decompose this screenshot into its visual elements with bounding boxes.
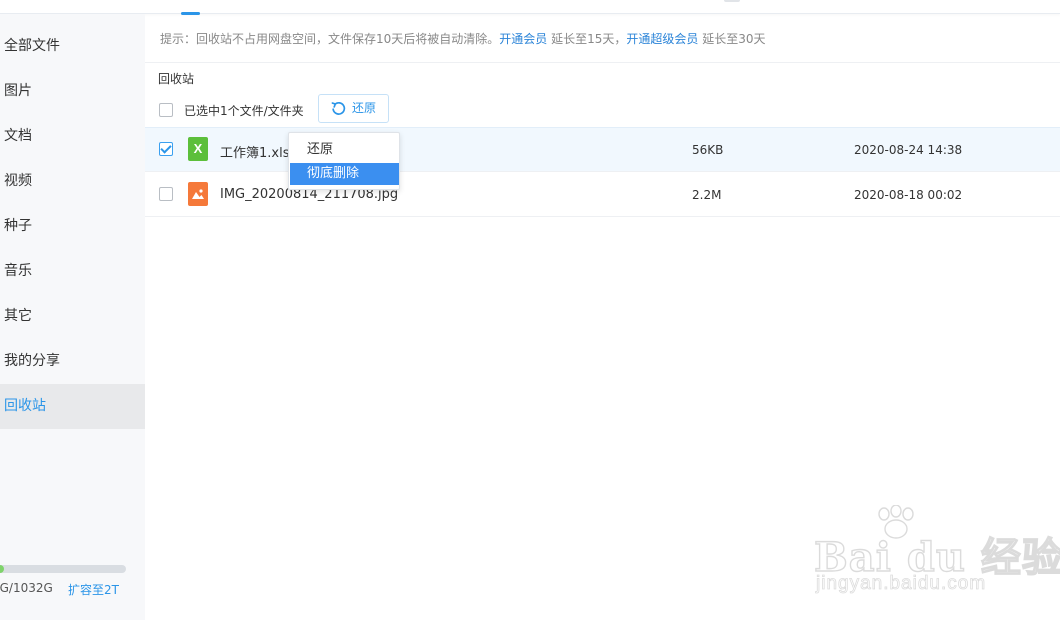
sidebar-item-all-files[interactable]: 全部文件 bbox=[0, 24, 145, 69]
watermark-url: jingyan.baidu.com bbox=[816, 573, 987, 595]
active-tab-indicator bbox=[181, 12, 200, 15]
open-super-membership-link[interactable]: 开通超级会员 bbox=[626, 32, 698, 46]
avatar-edge bbox=[724, 0, 740, 2]
restore-icon bbox=[331, 101, 346, 115]
storage-quota-fill bbox=[0, 565, 4, 573]
sidebar-item-my-shares[interactable]: 我的分享 bbox=[0, 339, 145, 384]
expand-storage-link[interactable]: 扩容至2T bbox=[68, 581, 119, 598]
baidu-jingyan-watermark: Bai du 经验 jingyan.baidu.com bbox=[812, 505, 1060, 605]
table-row[interactable]: X 工作簿1.xlsx 56KB 2020-08-24 14:38 bbox=[145, 127, 1060, 172]
restore-button[interactable]: 还原 bbox=[318, 94, 389, 123]
sidebar-item-documents[interactable]: 文档 bbox=[0, 114, 145, 159]
notice-suffix: 延长至30天 bbox=[698, 32, 766, 46]
top-nav-bar bbox=[0, 0, 1060, 15]
image-glyph-icon bbox=[192, 189, 204, 199]
storage-quota-text: 0G/1032G bbox=[0, 581, 53, 595]
excel-file-icon: X bbox=[188, 137, 208, 161]
context-menu: 还原 彻底删除 bbox=[288, 132, 400, 190]
recycle-bin-notice: 提示：回收站不占用网盘空间，文件保存10天后将被自动清除。开通会员 延长至15天… bbox=[160, 30, 766, 47]
watermark-brand: Bai du 经验 bbox=[813, 533, 1060, 581]
open-membership-link[interactable]: 开通会员 bbox=[499, 32, 547, 46]
breadcrumb: 回收站 bbox=[158, 72, 195, 86]
select-all-checkbox[interactable] bbox=[159, 103, 173, 117]
table-row[interactable]: IMG_20200814_211708.jpg 2.2M 2020-08-18 … bbox=[145, 172, 1060, 217]
file-size: 2.2M bbox=[692, 188, 722, 202]
notice-prefix: 提示：回收站不占用网盘空间，文件保存10天后将被自动清除。 bbox=[160, 32, 500, 46]
row-checkbox[interactable] bbox=[159, 187, 173, 201]
context-menu-delete-permanently[interactable]: 彻底删除 bbox=[290, 163, 399, 185]
sidebar-item-images[interactable]: 图片 bbox=[0, 69, 145, 114]
sidebar: 全部文件 图片 文档 视频 种子 音乐 其它 我的分享 回收站 0G/1032G… bbox=[0, 14, 145, 620]
restore-button-label: 还原 bbox=[352, 101, 377, 115]
file-date: 2020-08-18 00:02 bbox=[854, 188, 963, 202]
notice-mid: 延长至15天， bbox=[547, 32, 627, 46]
divider bbox=[145, 62, 1060, 63]
file-date: 2020-08-24 14:38 bbox=[854, 143, 963, 157]
sidebar-item-recycle-bin[interactable]: 回收站 bbox=[0, 384, 145, 429]
sidebar-item-videos[interactable]: 视频 bbox=[0, 159, 145, 204]
storage-quota-bar bbox=[0, 565, 126, 573]
sidebar-item-music[interactable]: 音乐 bbox=[0, 249, 145, 294]
sidebar-item-other[interactable]: 其它 bbox=[0, 294, 145, 339]
context-menu-restore[interactable]: 还原 bbox=[290, 139, 399, 161]
sidebar-item-torrents[interactable]: 种子 bbox=[0, 204, 145, 249]
selection-count-text: 已选中1个文件/文件夹 bbox=[184, 104, 304, 118]
row-checkbox[interactable] bbox=[159, 142, 173, 156]
file-name[interactable]: 工作簿1.xlsx bbox=[220, 142, 297, 161]
image-file-icon bbox=[188, 182, 208, 206]
paw-logo-icon bbox=[878, 505, 914, 539]
file-size: 56KB bbox=[692, 143, 724, 157]
